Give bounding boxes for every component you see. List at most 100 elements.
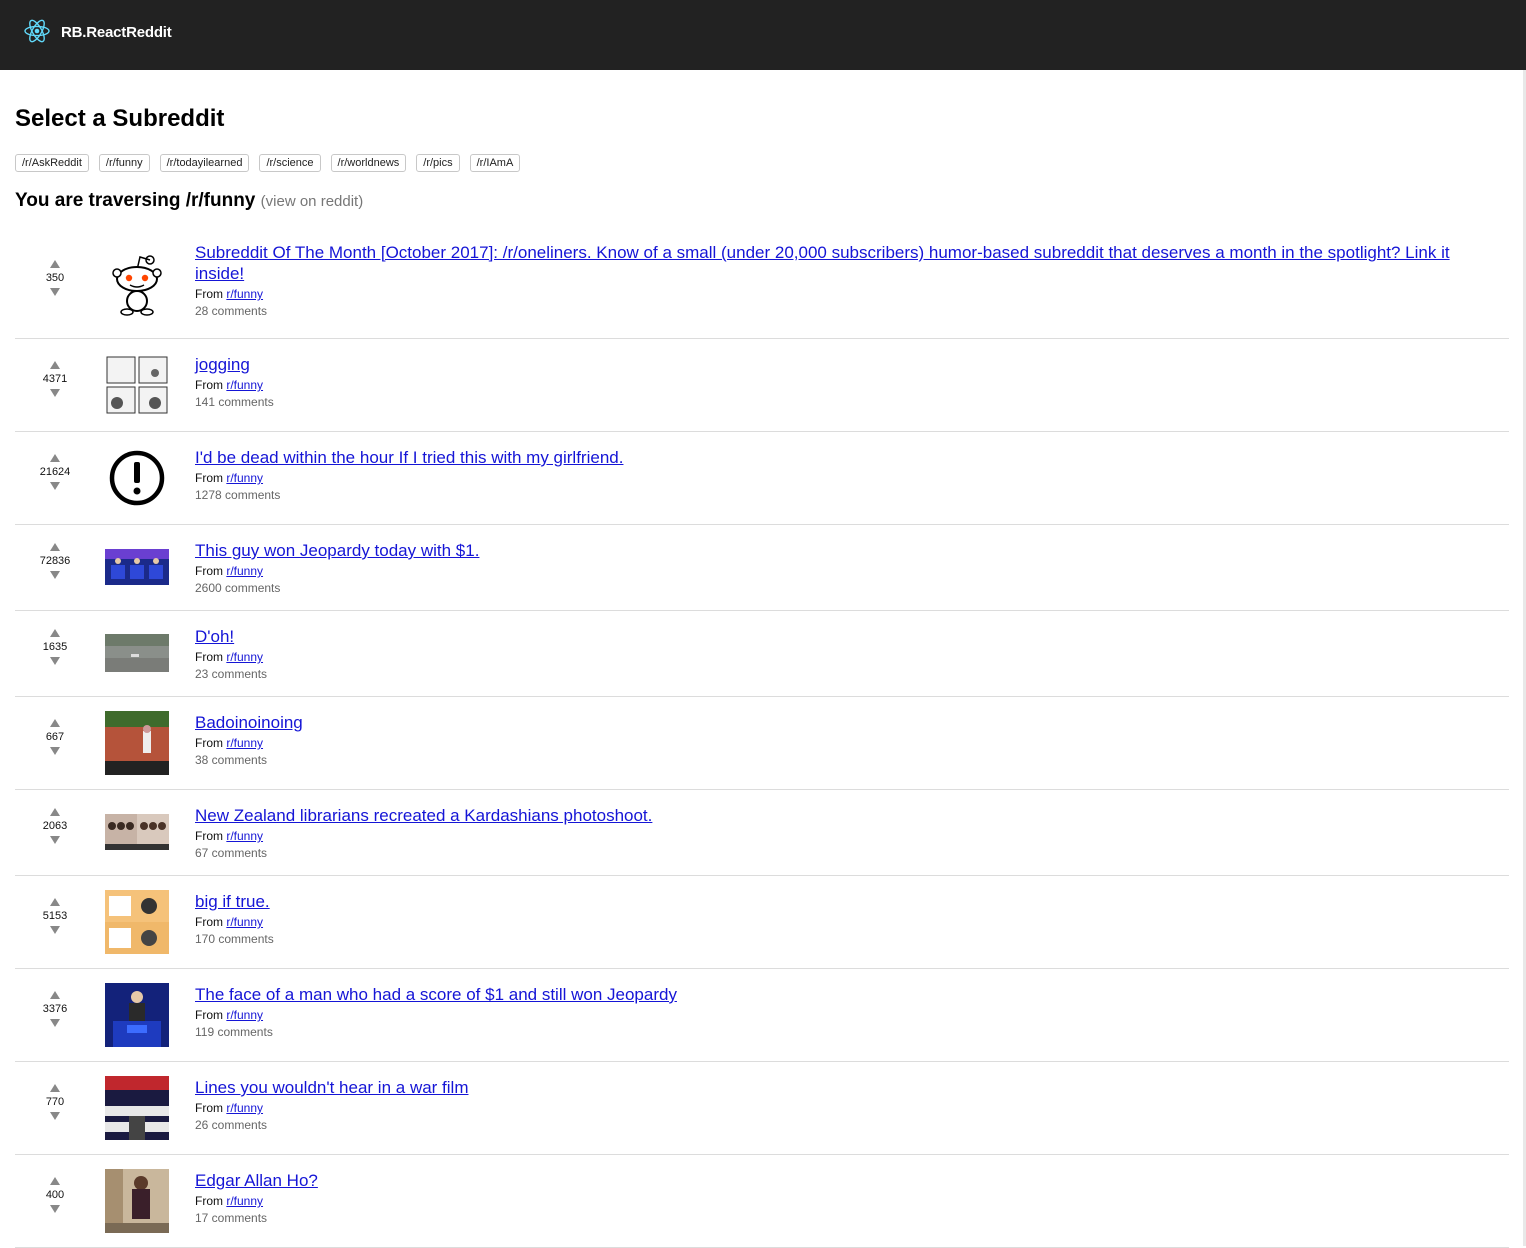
upvote-arrow-icon[interactable]	[50, 898, 60, 906]
post-content: The face of a man who had a score of $1 …	[195, 984, 1495, 1039]
from-label: From	[195, 1008, 223, 1022]
tv-show-thumbnail[interactable]	[105, 1076, 169, 1145]
post-score: 667	[45, 731, 65, 743]
post-content: Subreddit Of The Month [October 2017]: /…	[195, 242, 1495, 318]
subreddit-link[interactable]: r/funny	[226, 650, 263, 664]
subreddit-link[interactable]: r/funny	[226, 1008, 263, 1022]
post-score: 4371	[42, 373, 68, 385]
post-title-link[interactable]: The face of a man who had a score of $1 …	[195, 985, 677, 1004]
post-title-link[interactable]: D'oh!	[195, 627, 234, 646]
comments-count[interactable]: 119 comments	[195, 1025, 1495, 1039]
comic-thumbnail[interactable]	[105, 355, 169, 420]
post-title-link[interactable]: New Zealand librarians recreated a Karda…	[195, 806, 652, 825]
post-content: Lines you wouldn't hear in a war film Fr…	[195, 1077, 1495, 1132]
vote-controls: 770	[35, 1084, 75, 1120]
post-item: 350 Subreddit Of The Month [October 2017…	[15, 230, 1509, 339]
subreddit-picker: /r/AskReddit /r/funny /r/todayilearned /…	[15, 154, 530, 172]
from-label: From	[195, 471, 223, 485]
downvote-arrow-icon[interactable]	[50, 1205, 60, 1213]
page-title: Select a Subreddit	[15, 105, 225, 132]
jeopardy-stage-thumbnail[interactable]	[105, 549, 169, 590]
downvote-arrow-icon[interactable]	[50, 836, 60, 844]
subreddit-button-iama[interactable]: /r/IAmA	[469, 154, 521, 172]
post-item: 21624 I'd be dead within the hour If I t…	[15, 431, 1509, 525]
post-title-link[interactable]: jogging	[195, 355, 250, 374]
comments-count[interactable]: 17 comments	[195, 1211, 1495, 1225]
subreddit-link[interactable]: r/funny	[226, 378, 263, 392]
downvote-arrow-icon[interactable]	[50, 1112, 60, 1120]
subreddit-link[interactable]: r/funny	[226, 471, 263, 485]
comments-count[interactable]: 28 comments	[195, 304, 1495, 318]
comments-count[interactable]: 26 comments	[195, 1118, 1495, 1132]
from-label: From	[195, 829, 223, 843]
comments-count[interactable]: 23 comments	[195, 667, 1495, 681]
subreddit-link[interactable]: r/funny	[226, 915, 263, 929]
subreddit-button-todayilearned[interactable]: /r/todayilearned	[159, 154, 250, 172]
road-thumbnail[interactable]	[105, 634, 169, 677]
downvote-arrow-icon[interactable]	[50, 747, 60, 755]
downvote-arrow-icon[interactable]	[50, 1019, 60, 1027]
post-title-link[interactable]: Badoinoinoing	[195, 713, 303, 732]
react-atom-icon[interactable]	[23, 17, 51, 45]
downvote-arrow-icon[interactable]	[50, 926, 60, 934]
downvote-arrow-icon[interactable]	[50, 288, 60, 296]
post-title-link[interactable]: I'd be dead within the hour If I tried t…	[195, 448, 623, 467]
comments-count[interactable]: 67 comments	[195, 846, 1495, 860]
upvote-arrow-icon[interactable]	[50, 260, 60, 268]
post-content: D'oh! From r/funny 23 comments	[195, 626, 1495, 681]
post-title-link[interactable]: This guy won Jeopardy today with $1.	[195, 541, 479, 560]
post-title-link[interactable]: big if true.	[195, 892, 270, 911]
post-item: 4371 jogging From r/funny 141 comments	[15, 338, 1509, 432]
upvote-arrow-icon[interactable]	[50, 808, 60, 816]
post-item: 1635 D'oh! From r/funny 23 comments	[15, 610, 1509, 697]
post-title-link[interactable]: Subreddit Of The Month [October 2017]: /…	[195, 243, 1450, 283]
post-score: 350	[45, 272, 65, 284]
subreddit-link[interactable]: r/funny	[226, 1194, 263, 1208]
view-on-reddit-link[interactable]: (view on reddit)	[261, 193, 364, 210]
subreddit-button-science[interactable]: /r/science	[259, 154, 321, 172]
comments-count[interactable]: 2600 comments	[195, 581, 1495, 595]
downvote-arrow-icon[interactable]	[50, 657, 60, 665]
subreddit-button-worldnews[interactable]: /r/worldnews	[330, 154, 407, 172]
post-source: From r/funny	[195, 564, 1495, 578]
vote-controls: 72836	[35, 543, 75, 579]
comments-count[interactable]: 170 comments	[195, 932, 1495, 946]
subreddit-link[interactable]: r/funny	[226, 829, 263, 843]
downvote-arrow-icon[interactable]	[50, 482, 60, 490]
comments-count[interactable]: 38 comments	[195, 753, 1495, 767]
portrait-thumbnail[interactable]	[105, 1169, 169, 1238]
upvote-arrow-icon[interactable]	[50, 719, 60, 727]
post-title-link[interactable]: Lines you wouldn't hear in a war film	[195, 1078, 469, 1097]
comments-count[interactable]: 1278 comments	[195, 488, 1495, 502]
subreddit-link[interactable]: r/funny	[226, 736, 263, 750]
subreddit-link[interactable]: r/funny	[226, 564, 263, 578]
jeopardy-contestant-thumbnail[interactable]	[105, 983, 169, 1052]
vote-controls: 4371	[35, 361, 75, 397]
subreddit-button-pics[interactable]: /r/pics	[416, 154, 460, 172]
group-photo-thumbnail[interactable]	[105, 814, 169, 855]
upvote-arrow-icon[interactable]	[50, 991, 60, 999]
upvote-arrow-icon[interactable]	[50, 454, 60, 462]
subreddit-link[interactable]: r/funny	[226, 1101, 263, 1115]
post-title-link[interactable]: Edgar Allan Ho?	[195, 1171, 318, 1190]
from-label: From	[195, 1101, 223, 1115]
news-meme-thumbnail[interactable]	[105, 890, 169, 959]
upvote-arrow-icon[interactable]	[50, 1084, 60, 1092]
upvote-arrow-icon[interactable]	[50, 361, 60, 369]
upvote-arrow-icon[interactable]	[50, 543, 60, 551]
upvote-arrow-icon[interactable]	[50, 629, 60, 637]
reddit-alien-icon[interactable]	[105, 252, 169, 321]
downvote-arrow-icon[interactable]	[50, 571, 60, 579]
subreddit-button-askreddit[interactable]: /r/AskReddit	[15, 154, 89, 172]
field-thumbnail[interactable]	[105, 711, 169, 780]
downvote-arrow-icon[interactable]	[50, 389, 60, 397]
post-content: I'd be dead within the hour If I tried t…	[195, 447, 1495, 502]
comments-count[interactable]: 141 comments	[195, 395, 1495, 409]
nsfw-warning-icon[interactable]	[105, 450, 169, 511]
subreddit-button-funny[interactable]: /r/funny	[98, 154, 150, 172]
post-score: 5153	[42, 910, 68, 922]
brand-title[interactable]: RB.ReactReddit	[61, 24, 172, 41]
subreddit-link[interactable]: r/funny	[226, 287, 263, 301]
upvote-arrow-icon[interactable]	[50, 1177, 60, 1185]
vote-controls: 3376	[35, 991, 75, 1027]
